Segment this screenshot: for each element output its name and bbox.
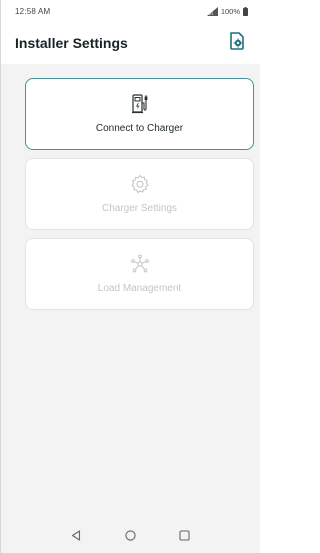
status-time: 12:58 AM bbox=[15, 7, 51, 16]
main-content: Connect to Charger Charger Settings Load… bbox=[1, 64, 260, 520]
back-button[interactable] bbox=[66, 527, 86, 547]
card-label: Load Management bbox=[97, 283, 182, 294]
battery-icon bbox=[243, 6, 248, 16]
settings-document-button[interactable] bbox=[226, 31, 248, 55]
status-bar: 12:58 AM 4G 100% bbox=[1, 0, 260, 22]
app-header: Installer Settings bbox=[1, 22, 260, 64]
svg-text:4G: 4G bbox=[208, 11, 213, 16]
home-button[interactable] bbox=[120, 527, 140, 547]
load-management-card[interactable]: Load Management bbox=[25, 238, 254, 310]
system-nav-bar bbox=[1, 520, 260, 553]
card-label: Connect to Charger bbox=[95, 123, 184, 134]
recents-icon bbox=[179, 528, 190, 546]
signal-icon: 4G bbox=[206, 6, 218, 16]
connect-to-charger-card[interactable]: Connect to Charger bbox=[25, 78, 254, 150]
back-icon bbox=[71, 528, 81, 546]
ev-charger-icon bbox=[131, 93, 148, 115]
page-title: Installer Settings bbox=[15, 35, 128, 51]
status-indicators: 4G 100% bbox=[206, 6, 248, 16]
gear-icon bbox=[130, 173, 150, 195]
settings-document-icon bbox=[229, 31, 245, 55]
card-label: Charger Settings bbox=[101, 203, 178, 214]
network-nodes-icon bbox=[130, 253, 150, 275]
app-frame: 12:58 AM 4G 100% Installer Settings Conn… bbox=[0, 0, 260, 553]
battery-percent: 100% bbox=[220, 6, 240, 16]
home-icon bbox=[125, 528, 136, 546]
charger-settings-card[interactable]: Charger Settings bbox=[25, 158, 254, 230]
recents-button[interactable] bbox=[175, 527, 195, 547]
